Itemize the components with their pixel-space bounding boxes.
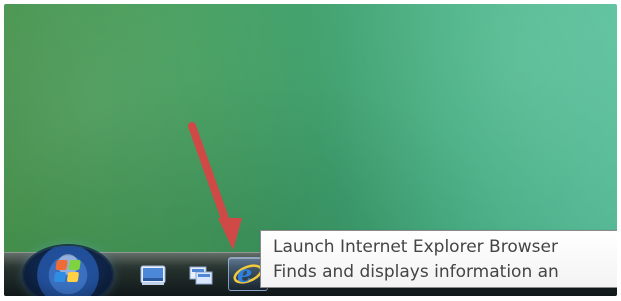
windows-flag-blue-pane <box>53 272 67 282</box>
tooltip-description: Finds and displays information an <box>273 262 559 282</box>
svg-text:e: e <box>237 259 252 288</box>
windows-flag-yellow-pane <box>66 272 80 282</box>
switch-windows-icon[interactable] <box>186 262 216 288</box>
show-desktop-icon-graphic <box>140 265 166 285</box>
switch-windows-icon-graphic <box>189 266 213 285</box>
desktop-screen: e Launch Internet Explorer Browser Finds… <box>4 4 617 296</box>
internet-explorer-tooltip: Launch Internet Explorer Browser Finds a… <box>260 230 617 288</box>
quick-launch-toolbar: e <box>128 257 278 291</box>
windows-flag-green-pane <box>68 260 81 270</box>
windows-flag-icon <box>53 260 83 286</box>
windows-start-orb-icon[interactable] <box>24 246 112 296</box>
windows-flag-red-pane <box>55 260 68 270</box>
tooltip-title: Launch Internet Explorer Browser <box>273 237 558 257</box>
show-desktop-icon[interactable] <box>138 262 168 288</box>
